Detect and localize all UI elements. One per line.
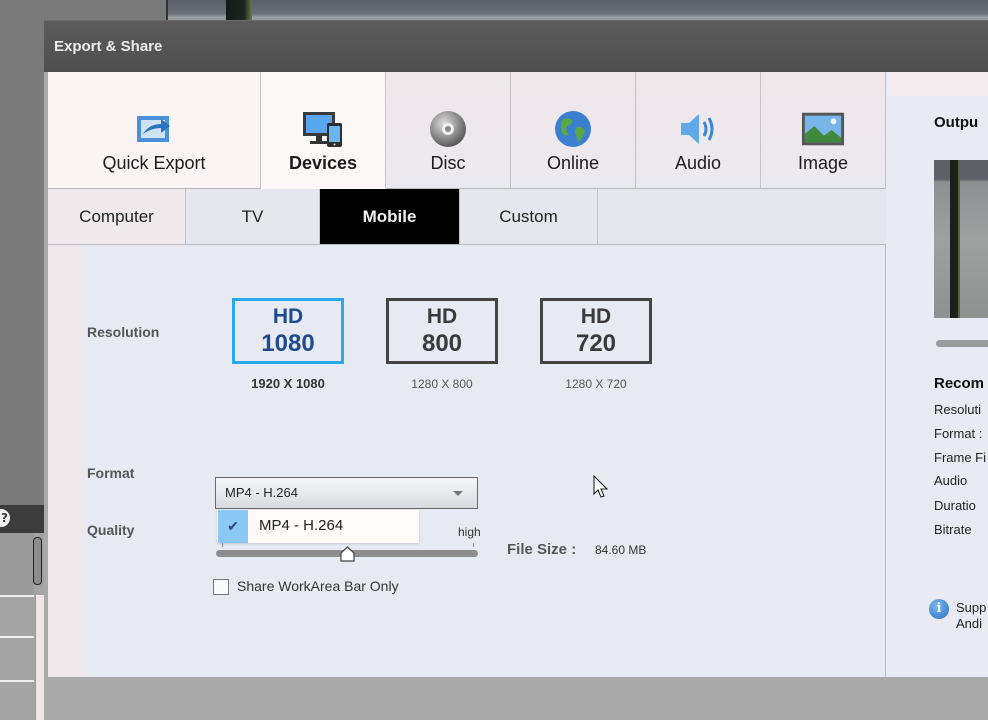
subtab-custom[interactable]: Custom [460, 189, 598, 244]
resolution-badge-bottom: 720 [575, 330, 617, 358]
resolution-badge-top: HD [426, 304, 458, 328]
output-preview-scrubber[interactable] [936, 340, 988, 347]
tab-label: Image [797, 153, 849, 173]
quick-export-icon [132, 109, 176, 149]
tab-disc[interactable]: Disc [386, 72, 511, 189]
background-row-divider [0, 636, 34, 638]
device-sub-tabs: Computer TV Mobile Custom [48, 189, 886, 245]
tab-image[interactable]: Image [761, 72, 886, 189]
chevron-down-icon [453, 491, 463, 496]
background-panel-track [0, 533, 34, 595]
speaker-icon [676, 109, 720, 149]
category-tabs: Quick Export Devices Disc Online Audio I… [48, 72, 886, 189]
output-preview-thumbnail [934, 160, 988, 318]
tab-label: Online [546, 153, 600, 173]
settings-pane: Quick Export Devices Disc Online Audio I… [48, 72, 886, 677]
dialog-title: Export & Share [54, 38, 163, 55]
resolution-badge-bottom: 800 [421, 330, 463, 358]
slider-tick-high [473, 543, 474, 547]
output-title: Outpu [934, 114, 979, 131]
recommended-frame-rate: Frame Fi [934, 450, 986, 465]
quality-label: Quality [87, 522, 135, 538]
background-preview-detail [226, 0, 252, 22]
recommended-duration: Duratio [934, 498, 976, 513]
tab-label: Quick Export [102, 153, 206, 173]
quality-high-label: high [458, 525, 481, 539]
resolution-badge-top: HD [272, 304, 304, 328]
subtab-filler [598, 189, 886, 244]
recommended-audio: Audio [934, 473, 968, 488]
resolution-caption: 1920 X 1080 [251, 376, 325, 391]
resolution-label: Resolution [87, 324, 160, 340]
recommended-format: Format : [934, 426, 983, 441]
tab-online[interactable]: Online [511, 72, 636, 189]
background-row-divider [0, 680, 34, 682]
share-workarea-checkbox[interactable] [213, 579, 229, 595]
tab-label: Disc [430, 153, 466, 173]
subtab-mobile[interactable]: Mobile [320, 189, 460, 244]
format-label: Format [87, 465, 135, 481]
resolution-option-800[interactable]: HD 800 [386, 298, 498, 364]
devices-icon [301, 109, 345, 149]
tab-devices[interactable]: Devices [261, 72, 386, 189]
quality-slider-thumb[interactable] [340, 546, 355, 562]
subtab-tv[interactable]: TV [186, 189, 320, 244]
dialog-titlebar[interactable]: Export & Share [44, 20, 988, 72]
format-select-value: MP4 - H.264 [225, 485, 298, 500]
recommended-resolution: Resoluti [934, 402, 981, 417]
resolution-option-1080[interactable]: HD 1080 [232, 298, 344, 364]
slider-tick-low [222, 543, 223, 547]
recommended-bitrate: Bitrate [934, 522, 972, 537]
image-icon [801, 109, 845, 149]
background-scrollbar[interactable] [33, 537, 42, 585]
info-line: Supp [956, 600, 987, 615]
format-option-label: MP4 - H.264 [259, 517, 344, 534]
format-dropdown-list: ✔ MP4 - H.264 [217, 510, 419, 543]
subtab-computer[interactable]: Computer [48, 189, 186, 244]
resolution-badge-top: HD [580, 304, 612, 328]
background-row-divider [0, 595, 34, 597]
tab-label: Devices [288, 153, 358, 173]
export-share-dialog: Export & Share Quick Export Devices Disc… [44, 20, 988, 720]
share-workarea-label[interactable]: Share WorkArea Bar Only [237, 578, 399, 594]
format-select[interactable]: MP4 - H.264 [215, 477, 478, 509]
resolution-badge-bottom: 1080 [261, 330, 315, 358]
resolution-caption: 1280 X 720 [565, 377, 627, 391]
supported-devices-note: Supp Andi [956, 600, 986, 632]
dialog-content: Quick Export Devices Disc Online Audio I… [48, 72, 988, 677]
tab-label: Audio [674, 153, 722, 173]
info-icon: i [929, 599, 949, 619]
background-video-preview [166, 0, 988, 22]
disc-icon [426, 109, 470, 149]
checkmark-icon: ✔ [218, 510, 248, 543]
info-line: Andi [956, 616, 983, 631]
background-strip [35, 595, 44, 720]
globe-icon [551, 109, 595, 149]
recommended-title: Recom [934, 375, 985, 392]
file-size-value: 84.60 MB [595, 543, 647, 557]
mouse-cursor-icon [593, 475, 609, 498]
pane-strip [48, 244, 84, 677]
output-panel: Outpu Recom Resoluti Format : Frame Fi A… [887, 72, 988, 677]
resolution-caption: 1280 X 800 [411, 377, 473, 391]
file-size-label: File Size : [507, 541, 577, 558]
output-panel-header [887, 72, 988, 96]
tab-quick-export[interactable]: Quick Export [48, 72, 261, 189]
tab-audio[interactable]: Audio [636, 72, 761, 189]
preview-detail [950, 160, 960, 318]
resolution-option-720[interactable]: HD 720 [540, 298, 652, 364]
